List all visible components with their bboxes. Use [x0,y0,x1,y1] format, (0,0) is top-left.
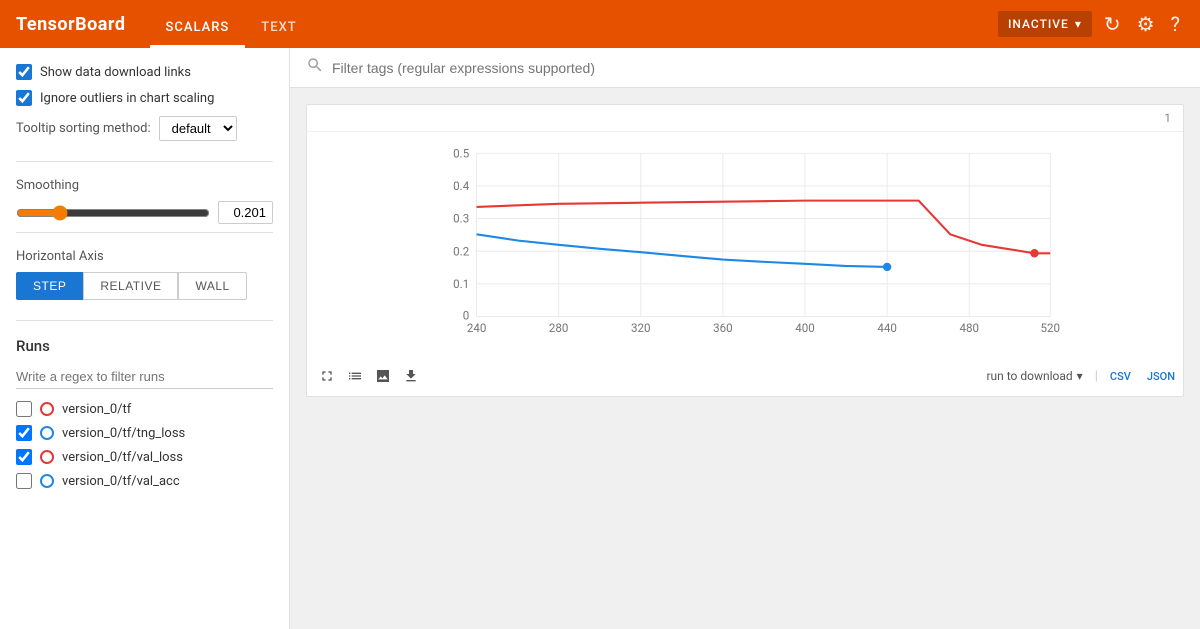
show-download-label: Show data download links [40,65,191,80]
axis-btn-step[interactable]: STEP [16,272,83,300]
list-icon[interactable] [343,364,367,388]
axis-btn-relative[interactable]: RELATIVE [83,272,178,300]
chart-svg: 0.5 0.4 0.3 0.2 0.1 0 240 280 320 360 40… [315,148,1175,348]
run-color-dot-2 [40,450,54,464]
red-data-point [1030,249,1038,257]
search-icon [306,56,324,79]
svg-text:400: 400 [795,321,815,335]
run-checkbox-0[interactable] [16,401,32,417]
csv-download-btn[interactable]: CSV [1110,370,1131,383]
chevron-down-icon: ▾ [1075,17,1082,31]
runs-filter-input[interactable] [16,365,273,389]
chart-area: 0.5 0.4 0.3 0.2 0.1 0 240 280 320 360 40… [307,132,1183,360]
runs-section-label: Runs [16,337,273,355]
main-layout: Show data download links Ignore outliers… [0,48,1200,629]
download-icon[interactable] [399,364,423,388]
run-name-0: version_0/tf [62,402,131,417]
status-dropdown[interactable]: INACTIVE ▾ [998,11,1092,37]
divider-2 [16,232,273,233]
tooltip-row: Tooltip sorting method: default [16,116,273,141]
smoothing-label: Smoothing [16,178,273,193]
run-item-3: version_0/tf/val_acc [16,473,273,489]
json-download-btn[interactable]: JSON [1147,370,1175,383]
run-checkbox-1[interactable] [16,425,32,441]
chart-card-header: 1 [307,105,1183,132]
smoothing-row: 0.201 [16,201,273,224]
chart-card-number: 1 [1164,111,1171,125]
dropdown-arrow-icon: ▾ [1077,369,1083,383]
svg-text:440: 440 [877,321,897,335]
main-content: 1 [290,48,1200,629]
chart-card: 1 [306,104,1184,397]
run-download-text: run to download [986,369,1072,383]
svg-text:480: 480 [959,321,978,335]
tooltip-sorting-label: Tooltip sorting method: [16,121,151,136]
settings-icon[interactable]: ⚙ [1133,8,1159,40]
svg-text:0.2: 0.2 [453,244,470,258]
status-label: INACTIVE [1008,17,1069,31]
svg-text:320: 320 [631,321,650,335]
run-name-1: version_0/tf/tng_loss [62,426,185,441]
run-to-download-label[interactable]: run to download ▾ [986,369,1082,383]
svg-text:0.4: 0.4 [453,179,470,193]
smoothing-slider[interactable] [16,205,210,221]
run-checkbox-3[interactable] [16,473,32,489]
app-logo: TensorBoard [16,14,126,35]
fullscreen-icon[interactable] [315,364,339,388]
svg-text:0.5: 0.5 [453,148,470,160]
blue-data-point [883,263,891,271]
help-icon[interactable]: ? [1167,8,1184,40]
image-icon[interactable] [371,364,395,388]
svg-text:520: 520 [1041,321,1061,335]
run-item-1: version_0/tf/tng_loss [16,425,273,441]
nav-item-text[interactable]: TEXT [245,20,312,48]
chart-footer: run to download ▾ | CSV JSON [307,360,1183,396]
svg-text:240: 240 [467,321,487,335]
run-name-2: version_0/tf/val_loss [62,450,183,465]
search-bar [290,48,1200,88]
run-color-dot-3 [40,474,54,488]
run-checkbox-2[interactable] [16,449,32,465]
divider-1 [16,161,273,162]
show-download-checkbox[interactable] [16,64,32,80]
refresh-icon[interactable]: ↻ [1100,8,1125,40]
svg-text:0.1: 0.1 [453,277,469,291]
ignore-outliers-label: Ignore outliers in chart scaling [40,91,214,106]
axis-buttons-group: STEP RELATIVE WALL [16,272,273,300]
nav-item-scalars[interactable]: SCALARS [150,20,246,48]
show-download-row: Show data download links [16,64,273,80]
axis-btn-wall[interactable]: WALL [178,272,246,300]
topbar-right: INACTIVE ▾ ↻ ⚙ ? [998,8,1184,40]
run-color-dot-0 [40,402,54,416]
svg-text:0.3: 0.3 [453,212,469,226]
svg-text:360: 360 [713,321,733,335]
run-item-2: version_0/tf/val_loss [16,449,273,465]
ignore-outliers-checkbox[interactable] [16,90,32,106]
divider-3 [16,320,273,321]
run-item-0: version_0/tf [16,401,273,417]
run-color-dot-1 [40,426,54,440]
horizontal-axis-label: Horizontal Axis [16,249,273,264]
tooltip-sorting-select[interactable]: default [159,116,237,141]
run-name-3: version_0/tf/val_acc [62,474,180,489]
topbar: TensorBoard SCALARS TEXT INACTIVE ▾ ↻ ⚙ … [0,0,1200,48]
ignore-outliers-row: Ignore outliers in chart scaling [16,90,273,106]
sidebar: Show data download links Ignore outliers… [0,48,290,629]
svg-text:280: 280 [549,321,569,335]
search-input[interactable] [332,60,1184,76]
divider-vertical: | [1095,369,1098,384]
smoothing-value-input[interactable]: 0.201 [218,201,273,224]
top-nav: SCALARS TEXT [150,0,313,48]
